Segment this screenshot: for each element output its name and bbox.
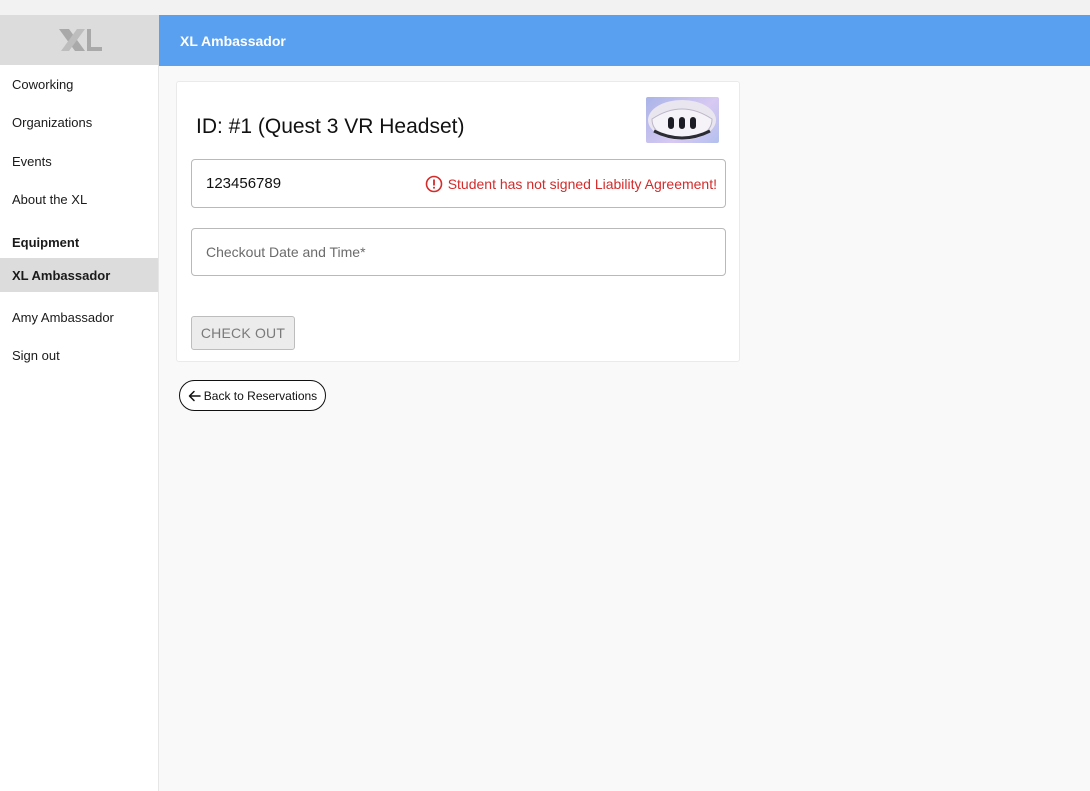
vr-headset-icon xyxy=(648,100,716,140)
sidebar-item-coworking[interactable]: Coworking xyxy=(0,67,158,101)
arrow-left-icon xyxy=(188,390,201,401)
checkout-datetime-placeholder: Checkout Date and Time* xyxy=(206,244,366,260)
header-title: XL Ambassador xyxy=(180,32,286,49)
logo[interactable] xyxy=(0,15,159,65)
sidebar-item-user[interactable]: Amy Ambassador xyxy=(0,300,158,334)
sidebar-item-sign-out[interactable]: Sign out xyxy=(0,338,158,372)
equipment-thumbnail xyxy=(646,97,719,143)
equipment-title: ID: #1 (Quest 3 VR Headset) xyxy=(196,115,465,138)
window-top-strip xyxy=(0,0,1090,15)
back-button-label: Back to Reservations xyxy=(203,388,318,403)
liability-error: Student has not signed Liability Agreeme… xyxy=(425,160,717,207)
back-to-reservations-button[interactable]: Back to Reservations xyxy=(179,380,326,411)
sidebar-item-about[interactable]: About the XL xyxy=(0,182,158,216)
sidebar-item-xl-ambassador[interactable]: XL Ambassador xyxy=(0,258,158,292)
sidebar: Coworking Organizations Events About the… xyxy=(0,15,159,791)
error-message: Student has not signed Liability Agreeme… xyxy=(447,175,717,192)
error-icon xyxy=(425,175,443,192)
checkout-datetime-field[interactable]: Checkout Date and Time* xyxy=(191,228,726,276)
xl-logo-icon xyxy=(58,29,102,51)
checkout-card: ID: #1 (Quest 3 VR Headset) 123456789 St… xyxy=(176,81,740,362)
sidebar-item-events[interactable]: Events xyxy=(0,144,158,178)
student-id-value: 123456789 xyxy=(206,175,282,192)
student-id-field[interactable]: 123456789 Student has not signed Liabili… xyxy=(191,159,726,208)
main-content: ID: #1 (Quest 3 VR Headset) 123456789 St… xyxy=(159,66,1090,791)
sidebar-section-equipment: Equipment xyxy=(12,234,80,250)
sidebar-item-organizations[interactable]: Organizations xyxy=(0,105,158,139)
app-header: XL Ambassador xyxy=(159,15,1090,66)
check-out-button[interactable]: CHECK OUT xyxy=(191,316,295,350)
